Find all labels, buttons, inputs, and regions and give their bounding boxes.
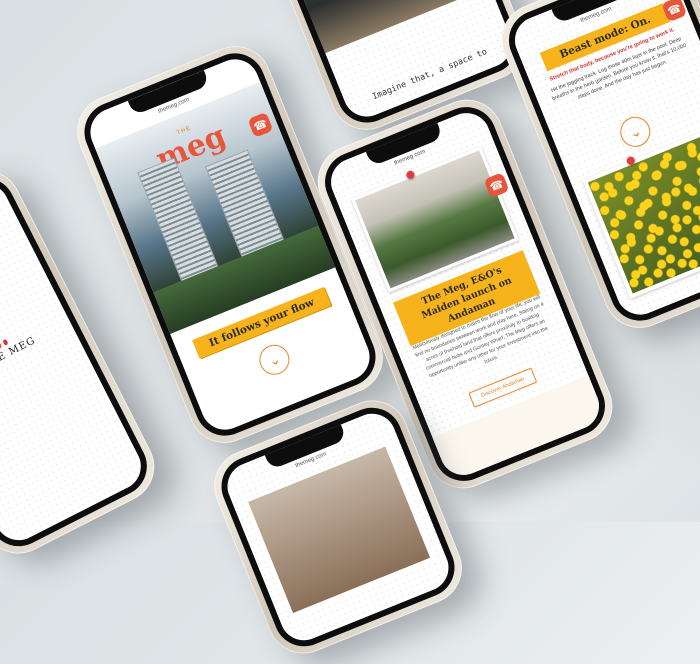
location-map bbox=[432, 374, 607, 483]
brand-logo: THE MEG bbox=[0, 327, 38, 372]
logo-dot-3 bbox=[0, 341, 3, 350]
hero-screen: themeg.com THE meg ☎ It follows your flo… bbox=[83, 52, 377, 437]
tower-left bbox=[137, 157, 221, 286]
chevron-down-icon[interactable]: ⌄ bbox=[254, 340, 294, 380]
chevron-down-icon[interactable]: ⌄ bbox=[615, 112, 655, 152]
lifestyle-photo bbox=[265, 0, 491, 54]
lifestyle-tagline: Imagine that, a space to bbox=[371, 47, 489, 103]
flowers-photo bbox=[582, 124, 700, 299]
logo-dot-4 bbox=[2, 338, 9, 346]
